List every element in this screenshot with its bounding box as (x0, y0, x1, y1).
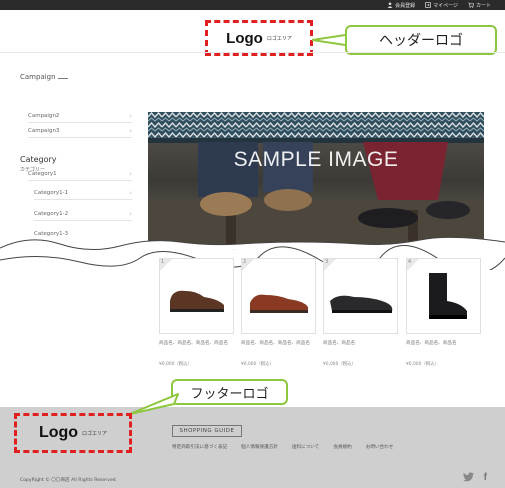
sidebar-item-category1[interactable]: Category1 › (28, 167, 132, 181)
chevron-right-icon: › (129, 111, 132, 120)
header-logo-area[interactable]: Logo ロゴエリア (205, 20, 313, 56)
product-name-1[interactable]: 商品名、商品名、商品名、商品名 (159, 340, 229, 347)
campaign-heading: Campaign (20, 73, 68, 81)
twitter-icon[interactable] (462, 472, 474, 482)
product-card-3[interactable]: 3 (323, 258, 398, 334)
footer-link-terms[interactable]: 会員規約 (333, 444, 351, 450)
header-logo: Logo (226, 29, 263, 47)
product-name-2[interactable]: 商品名、商品名、商品名、商品名 (241, 340, 315, 347)
chevron-right-icon: › (129, 169, 132, 178)
mypage-link[interactable]: マイページ (425, 2, 458, 9)
product-price-2: ¥0,000（税込） (241, 362, 274, 367)
copyright: CopyRight © 〇〇商店 All Rights Reserved. (20, 478, 118, 483)
social-links: f (462, 472, 487, 483)
facebook-icon[interactable]: f (484, 472, 487, 483)
footer-link-shipping[interactable]: 送料について (292, 444, 319, 450)
product-name-3[interactable]: 商品名、商品名 (323, 340, 397, 347)
header-logo-sub: ロゴエリア (266, 35, 292, 42)
product-name-4[interactable]: 商品名、商品名、商品名 (406, 340, 480, 347)
product-card-4[interactable]: 4 (406, 258, 481, 334)
footer-logo-sub: ロゴエリア (82, 430, 108, 437)
top-bar: 会員登録 マイページ カート (0, 0, 505, 10)
header-divider (0, 52, 505, 53)
member-register-link[interactable]: 会員登録 (387, 2, 415, 9)
footer-link-tokushoho[interactable]: 特定商取引法に基づく表記 (172, 444, 227, 450)
product-price-4: ¥0,000（税込） (406, 362, 439, 367)
footer-links: 特定商取引法に基づく表記 個人情報保護方針 送料について 会員規約 お問い合わせ (172, 444, 393, 450)
cart-icon (468, 2, 474, 8)
hero-text: SAMPLE IMAGE (233, 148, 399, 171)
top-links: 会員登録 マイページ カート (387, 0, 491, 10)
footer-logo-callout: フッターロゴ (171, 379, 288, 405)
sidebar-item-campaign3[interactable]: Campaign3 › (28, 124, 132, 138)
header-logo-callout: ヘッダーロゴ (345, 25, 497, 55)
product-price-3: ¥0,000（税込） (323, 362, 356, 367)
user-icon (387, 2, 393, 8)
footer-logo-area[interactable]: Logo ロゴエリア (14, 413, 132, 453)
sidebar-item-category1-2[interactable]: Category1-2 › (34, 207, 132, 221)
shopping-guide-heading: SHOPPING GUIDE (172, 425, 242, 437)
product-card-2[interactable]: 2 (241, 258, 316, 334)
footer-logo: Logo (38, 424, 79, 441)
footer-link-contact[interactable]: お問い合わせ (366, 444, 394, 450)
product-card-1[interactable]: 1 (159, 258, 234, 334)
footer-link-privacy[interactable]: 個人情報保護方針 (241, 444, 278, 450)
chevron-right-icon: › (129, 126, 132, 135)
sidebar-item-category1-1[interactable]: Category1-1 › (34, 186, 132, 200)
sidebar-item-campaign2[interactable]: Campaign2 › (28, 109, 132, 123)
product-price-1: ¥0,000（税込） (159, 362, 192, 367)
login-icon (425, 2, 431, 8)
cart-link[interactable]: カート (468, 2, 491, 9)
chevron-right-icon: › (129, 188, 132, 197)
footer-callout-pointer (130, 393, 179, 415)
chevron-right-icon: › (129, 209, 132, 218)
